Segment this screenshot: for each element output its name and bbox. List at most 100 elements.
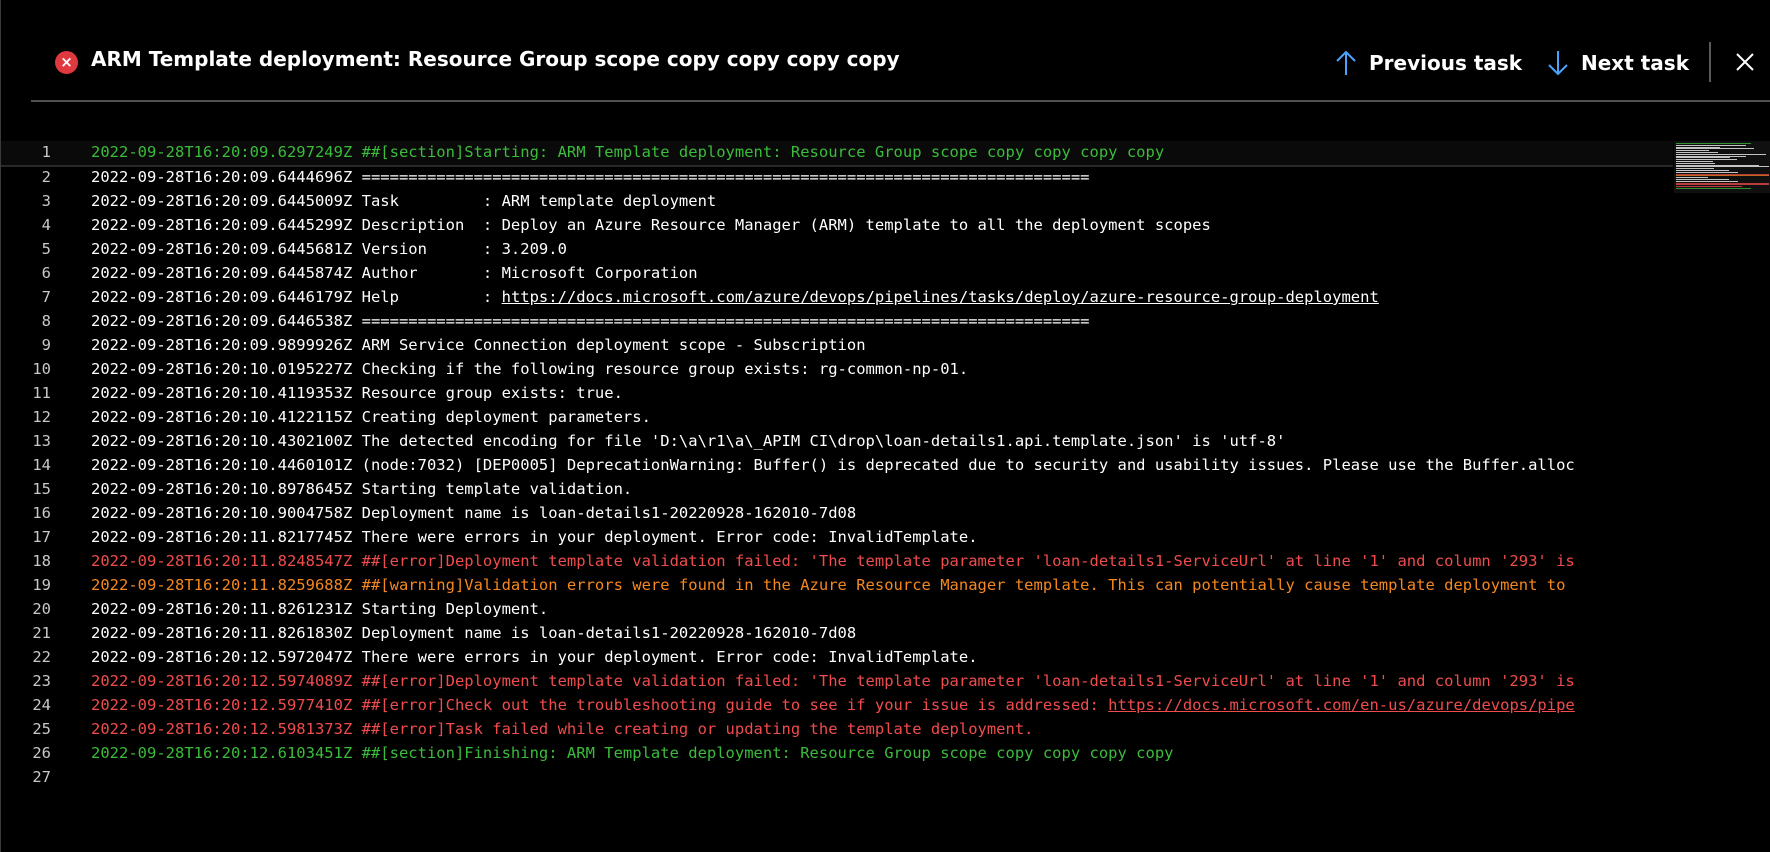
line-number: 22	[32, 648, 51, 666]
line-number: 4	[41, 216, 51, 234]
log-line: 3 2022-09-28T16:20:09.6445009Z Task : ARM…	[1, 189, 1673, 213]
arrow-up-icon	[1336, 50, 1356, 75]
close-icon	[1736, 53, 1754, 71]
log-line-text: 2022-09-28T16:20:10.4122115Z Creating de…	[91, 408, 651, 426]
log-line: 21 2022-09-28T16:20:11.8261830Z Deploymen…	[1, 621, 1673, 645]
log-line-text: 2022-09-28T16:20:12.5981373Z ##[error]Ta…	[91, 720, 1034, 738]
line-number: 16	[32, 504, 51, 522]
arrow-down-icon	[1548, 51, 1568, 76]
log-line-text: 2022-09-28T16:20:09.6445874Z Author : Mi…	[91, 264, 698, 282]
line-number: 14	[32, 456, 51, 474]
task-log-header: × ARM Template deployment: Resource Grou…	[31, 0, 1770, 102]
log-line: 22 2022-09-28T16:20:12.5972047Z There wer…	[1, 645, 1673, 669]
log-line: 1 2022-09-28T16:20:09.6297249Z ##[section…	[1, 141, 1673, 167]
log-line-text: 2022-09-28T16:20:12.5977410Z ##[error]Ch…	[91, 693, 1673, 717]
header-divider	[1709, 42, 1711, 82]
log-line: 11 2022-09-28T16:20:10.4119353Z Resource …	[1, 381, 1673, 405]
log-line-text: 2022-09-28T16:20:12.6103451Z ##[section]…	[91, 744, 1174, 762]
previous-task-label: Previous task	[1369, 51, 1523, 75]
log-line-text: 2022-09-28T16:20:11.8217745Z There were …	[91, 528, 978, 546]
line-number: 24	[32, 696, 51, 714]
log-line: 26 2022-09-28T16:20:12.6103451Z ##[sectio…	[1, 741, 1673, 765]
log-line-text: 2022-09-28T16:20:09.6445009Z Task : ARM …	[91, 192, 717, 210]
line-number: 2	[41, 168, 51, 186]
log-line: 14 2022-09-28T16:20:10.4460101Z (node:703…	[1, 453, 1673, 477]
log-line-text: 2022-09-28T16:20:11.8261830Z Deployment …	[91, 624, 857, 642]
log-line: 19 2022-09-28T16:20:11.8259688Z ##[warnin…	[1, 573, 1673, 597]
log-line-text: 2022-09-28T16:20:09.9899926Z ARM Service…	[91, 336, 866, 354]
log-line-text: 2022-09-28T16:20:10.8978645Z Starting te…	[91, 480, 633, 498]
line-number: 9	[41, 336, 51, 354]
log-line: 25 2022-09-28T16:20:12.5981373Z ##[error]…	[1, 717, 1673, 741]
previous-task-button[interactable]: Previous task	[1335, 44, 1522, 82]
line-number: 15	[32, 480, 51, 498]
log-line-text: 2022-09-28T16:20:09.6445299Z Description…	[91, 216, 1211, 234]
line-number: 26	[32, 744, 51, 762]
line-number: 7	[41, 288, 51, 306]
log-viewer[interactable]: 1 2022-09-28T16:20:09.6297249Z ##[section…	[1, 141, 1673, 841]
line-number: 8	[41, 312, 51, 330]
log-line: 9 2022-09-28T16:20:09.9899926Z ARM Servic…	[1, 333, 1673, 357]
next-task-button[interactable]: Next task	[1547, 44, 1689, 82]
log-line: 15 2022-09-28T16:20:10.8978645Z Starting …	[1, 477, 1673, 501]
log-line: 2 2022-09-28T16:20:09.6444696Z ==========…	[1, 165, 1673, 189]
line-number: 25	[32, 720, 51, 738]
line-number: 27	[32, 768, 51, 786]
line-number: 21	[32, 624, 51, 642]
log-line-text: 2022-09-28T16:20:12.5972047Z There were …	[91, 648, 978, 666]
line-number: 10	[32, 360, 51, 378]
log-line-text: 2022-09-28T16:20:10.9004758Z Deployment …	[91, 504, 857, 522]
log-line: 18 2022-09-28T16:20:11.8248547Z ##[error]…	[1, 549, 1673, 573]
line-number: 13	[32, 432, 51, 450]
line-number: 5	[41, 240, 51, 258]
line-number: 12	[32, 408, 51, 426]
log-line-prefix: 2022-09-28T16:20:09.6446179Z Help :	[91, 288, 502, 306]
log-line-prefix: 2022-09-28T16:20:12.5977410Z ##[error]Ch…	[91, 696, 1109, 714]
log-line: 5 2022-09-28T16:20:09.6445681Z Version : …	[1, 237, 1673, 261]
log-link[interactable]: https://docs.microsoft.com/azure/devops/…	[502, 288, 1379, 306]
task-title: ARM Template deployment: Resource Group …	[91, 47, 900, 71]
log-line-text: 2022-09-28T16:20:09.6445681Z Version : 3…	[91, 240, 567, 258]
line-number: 23	[32, 672, 51, 690]
line-number: 20	[32, 600, 51, 618]
log-line: 10 2022-09-28T16:20:10.0195227Z Checking …	[1, 357, 1673, 381]
log-line-text: 2022-09-28T16:20:10.0195227Z Checking if…	[91, 360, 969, 378]
close-button[interactable]	[1731, 48, 1759, 76]
log-link[interactable]: https://docs.microsoft.com/en-us/azure/d…	[1108, 696, 1575, 714]
log-line: 24 2022-09-28T16:20:12.5977410Z ##[error]…	[1, 693, 1673, 717]
line-number: 6	[41, 264, 51, 282]
next-task-label: Next task	[1581, 51, 1689, 75]
log-line: 8 2022-09-28T16:20:09.6446538Z ==========…	[1, 309, 1673, 333]
log-line-text: 2022-09-28T16:20:11.8248547Z ##[error]De…	[91, 552, 1575, 570]
log-line: 6 2022-09-28T16:20:09.6445874Z Author : M…	[1, 261, 1673, 285]
error-circle-icon: ×	[55, 51, 78, 74]
log-line-text: 2022-09-28T16:20:12.5974089Z ##[error]De…	[91, 672, 1575, 690]
log-line: 27	[1, 765, 1673, 789]
log-line: 13 2022-09-28T16:20:10.4302100Z The detec…	[1, 429, 1673, 453]
line-number: 18	[32, 552, 51, 570]
line-number: 1	[41, 143, 51, 161]
log-line-text: 2022-09-28T16:20:09.6446179Z Help : http…	[91, 285, 1673, 309]
log-line: 16 2022-09-28T16:20:10.9004758Z Deploymen…	[1, 501, 1673, 525]
log-line: 23 2022-09-28T16:20:12.5974089Z ##[error]…	[1, 669, 1673, 693]
log-line-text: 2022-09-28T16:20:11.8261231Z Starting De…	[91, 600, 549, 618]
line-number: 19	[32, 576, 51, 594]
log-line: 7 2022-09-28T16:20:09.6446179Z Help : htt…	[1, 285, 1673, 309]
log-line: 17 2022-09-28T16:20:11.8217745Z There wer…	[1, 525, 1673, 549]
log-line-text: 2022-09-28T16:20:10.4302100Z The detecte…	[91, 432, 1286, 450]
log-line-text: 2022-09-28T16:20:10.4460101Z (node:7032)…	[91, 456, 1575, 474]
line-number: 17	[32, 528, 51, 546]
task-log-panel: × ARM Template deployment: Resource Grou…	[0, 0, 1770, 852]
log-line-text: 2022-09-28T16:20:10.4119353Z Resource gr…	[91, 384, 623, 402]
line-number: 3	[41, 192, 51, 210]
log-line: 12 2022-09-28T16:20:10.4122115Z Creating …	[1, 405, 1673, 429]
line-number: 11	[32, 384, 51, 402]
log-line-text: 2022-09-28T16:20:09.6446538Z ===========…	[91, 312, 1090, 330]
log-line-text: 2022-09-28T16:20:11.8259688Z ##[warning]…	[91, 576, 1566, 594]
minimap-row	[1676, 188, 1752, 189]
log-line: 4 2022-09-28T16:20:09.6445299Z Descriptio…	[1, 213, 1673, 237]
log-line-text: 2022-09-28T16:20:09.6297249Z ##[section]…	[91, 143, 1165, 161]
log-line-text: 2022-09-28T16:20:09.6444696Z ===========…	[91, 168, 1090, 186]
log-minimap[interactable]	[1674, 141, 1770, 193]
log-line: 20 2022-09-28T16:20:11.8261231Z Starting …	[1, 597, 1673, 621]
